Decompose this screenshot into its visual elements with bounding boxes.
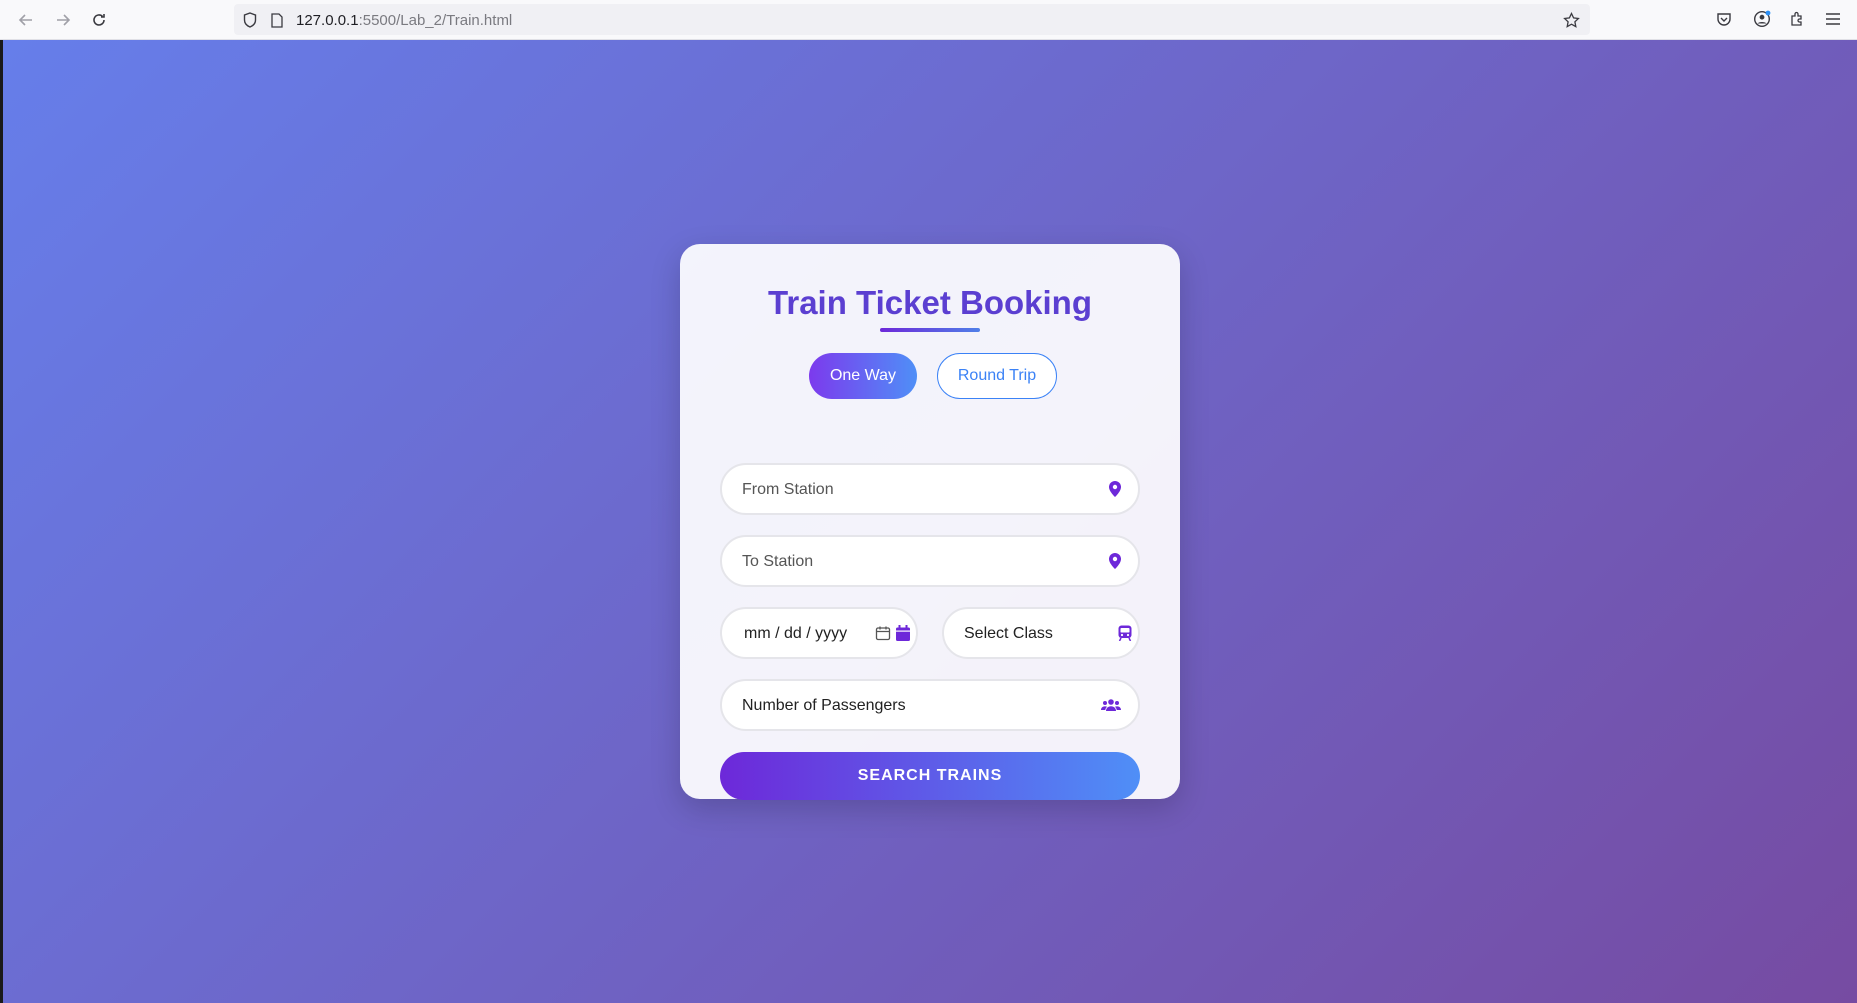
users-icon — [1100, 696, 1122, 714]
class-select-value: Select Class — [964, 625, 1053, 642]
extensions-icon[interactable] — [1788, 10, 1806, 28]
url-bar[interactable]: 127.0.0.1:5500/Lab_2/Train.html — [234, 4, 1590, 35]
to-station-input[interactable]: To Station — [720, 535, 1140, 587]
from-station-input[interactable]: From Station — [720, 463, 1140, 515]
url-text[interactable]: 127.0.0.1:5500/Lab_2/Train.html — [296, 12, 512, 29]
url-path: :5500/Lab_2/Train.html — [358, 12, 513, 29]
page-icon — [270, 12, 284, 28]
url-host: 127.0.0.1 — [296, 12, 359, 29]
search-trains-button[interactable]: SEARCH TRAINS — [720, 752, 1140, 800]
date-picker-icon[interactable] — [874, 624, 892, 642]
pocket-icon[interactable] — [1715, 10, 1733, 28]
class-select[interactable]: Select Class — [942, 607, 1140, 659]
one-way-button[interactable]: One Way — [809, 353, 917, 399]
location-pin-icon — [1106, 480, 1124, 498]
back-icon[interactable] — [14, 8, 38, 32]
train-icon — [1116, 624, 1134, 642]
title-underline — [880, 328, 980, 332]
account-icon[interactable] — [1752, 9, 1772, 29]
booking-card: Train Ticket Booking One Way Round Trip … — [680, 244, 1180, 800]
passengers-select[interactable]: Number of Passengers — [720, 679, 1140, 731]
menu-icon[interactable] — [1824, 10, 1842, 28]
forward-icon[interactable] — [51, 8, 75, 32]
passengers-value: Number of Passengers — [742, 697, 906, 714]
location-pin-icon — [1106, 552, 1124, 570]
reload-icon[interactable] — [87, 8, 111, 32]
date-placeholder: mm / dd / yyyy — [744, 625, 848, 642]
page-title: Train Ticket Booking — [768, 284, 1092, 321]
to-station-placeholder: To Station — [742, 553, 814, 570]
shield-icon[interactable] — [242, 12, 258, 28]
bookmark-star-icon[interactable] — [1562, 11, 1580, 29]
round-trip-button[interactable]: Round Trip — [937, 353, 1057, 399]
from-station-placeholder: From Station — [742, 481, 834, 498]
browser-toolbar: 127.0.0.1:5500/Lab_2/Train.html — [0, 0, 1857, 40]
travel-date-input[interactable]: mm / dd / yyyy — [720, 607, 918, 659]
page-background: Train Ticket Booking One Way Round Trip … — [3, 40, 1857, 1003]
calendar-icon — [894, 624, 912, 642]
